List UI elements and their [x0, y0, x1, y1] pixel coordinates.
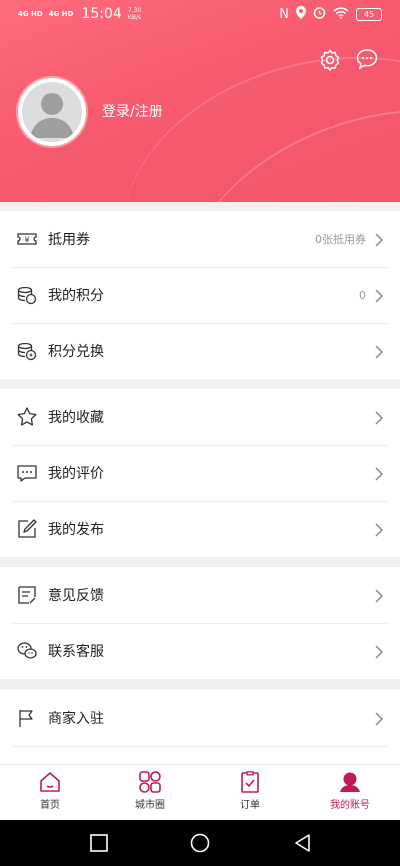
- status-bar: 4G HD 4G HD 15:04 7.30 KB/s N 45: [0, 0, 400, 30]
- chevron-right-icon: [374, 344, 384, 359]
- chevron-right-icon: [374, 588, 384, 603]
- back-button[interactable]: [294, 834, 312, 856]
- menu-item-feedback[interactable]: 意见反馈: [0, 567, 400, 623]
- menu-item-points[interactable]: 我的积分 0: [0, 267, 400, 323]
- svg-text:¥: ¥: [24, 236, 29, 245]
- nfc-icon: N: [279, 7, 289, 22]
- chat-bubble-icon[interactable]: [356, 48, 378, 72]
- tab-label: 首页: [40, 800, 60, 811]
- user-icon: [340, 772, 360, 792]
- home-icon: [40, 772, 60, 792]
- tab-home[interactable]: 首页: [0, 771, 100, 811]
- chevron-right-icon: [374, 466, 384, 481]
- menu-group-vouchers: ¥ 抵用券 0张抵用券 我的积分 0 积分兑换: [0, 211, 400, 379]
- chevron-right-icon: [374, 410, 384, 425]
- tab-orders[interactable]: 订单: [200, 771, 300, 811]
- tab-city-circle[interactable]: 城市圈: [100, 771, 200, 811]
- ticket-icon: ¥: [16, 228, 38, 250]
- menu-item-my-posts[interactable]: 我的发布: [0, 501, 400, 557]
- alarm-icon: [313, 6, 326, 23]
- edit-icon: [16, 518, 38, 540]
- menu-item-value: 0: [359, 288, 366, 302]
- divider: [10, 746, 390, 747]
- menu-item-merchant-join[interactable]: 商家入驻: [0, 690, 400, 746]
- login-register-link[interactable]: 登录/注册: [102, 101, 163, 121]
- comment-icon: [16, 462, 38, 484]
- system-navigation-bar: [0, 820, 400, 866]
- network-speed: 7.30 KB/s: [127, 7, 142, 21]
- home-button[interactable]: [190, 833, 210, 857]
- recent-apps-button[interactable]: [90, 834, 108, 856]
- menu-item-label: 积分兑换: [48, 344, 104, 360]
- tab-my-account[interactable]: 我的账号: [300, 771, 400, 811]
- menu-item-label: 商家入驻: [48, 711, 104, 727]
- avatar[interactable]: [18, 78, 86, 146]
- chevron-right-icon: [374, 522, 384, 537]
- menu-item-label: 联系客服: [48, 644, 104, 660]
- feedback-icon: [16, 584, 38, 606]
- menu-item-vouchers[interactable]: ¥ 抵用券 0张抵用券: [0, 211, 400, 267]
- tab-label: 订单: [240, 800, 260, 811]
- bottom-tab-bar: 首页 城市圈 订单 我的账号: [0, 764, 400, 821]
- coin-exchange-icon: [16, 340, 38, 362]
- wechat-icon: [16, 640, 38, 662]
- coins-icon: [16, 284, 38, 306]
- location-icon: [296, 6, 306, 23]
- grid-icon: [139, 771, 161, 793]
- menu-item-label: 抵用券: [48, 232, 90, 248]
- flag-icon: [16, 707, 38, 729]
- chevron-right-icon: [374, 644, 384, 659]
- menu-item-customer-service[interactable]: 联系客服: [0, 623, 400, 679]
- tab-label: 我的账号: [330, 800, 370, 811]
- signal-icon: 4G HD: [48, 9, 74, 18]
- menu-item-label: 我的发布: [48, 522, 104, 538]
- star-icon: [16, 406, 38, 428]
- chevron-right-icon: [374, 288, 384, 303]
- battery-icon: 45: [356, 8, 382, 21]
- menu-item-points-exchange[interactable]: 积分兑换: [0, 323, 400, 379]
- clipboard-icon: [241, 771, 259, 793]
- chevron-right-icon: [374, 232, 384, 247]
- menu-item-label: 我的收藏: [48, 410, 104, 426]
- gear-icon[interactable]: [318, 48, 342, 72]
- menu-group-merchant: 商家入驻: [0, 690, 400, 764]
- user-placeholder-icon: [30, 93, 74, 138]
- menu-item-reviews[interactable]: 我的评价: [0, 445, 400, 501]
- menu-item-favorites[interactable]: 我的收藏: [0, 389, 400, 445]
- chevron-right-icon: [374, 711, 384, 726]
- menu-group-my-content: 我的收藏 我的评价 我的发布: [0, 389, 400, 557]
- signal-icon: 4G HD: [18, 9, 43, 18]
- wifi-icon: [333, 6, 349, 23]
- tab-label: 城市圈: [135, 800, 165, 811]
- menu-item-label: 我的评价: [48, 466, 104, 482]
- menu-item-label: 意见反馈: [48, 588, 104, 604]
- clock: 15:04: [81, 6, 122, 22]
- menu-item-value: 0张抵用券: [315, 233, 366, 246]
- profile-header: 4G HD 4G HD 15:04 7.30 KB/s N 45 登录/注册: [0, 0, 400, 202]
- menu-item-label: 我的积分: [48, 288, 104, 304]
- menu-group-support: 意见反馈 联系客服: [0, 567, 400, 679]
